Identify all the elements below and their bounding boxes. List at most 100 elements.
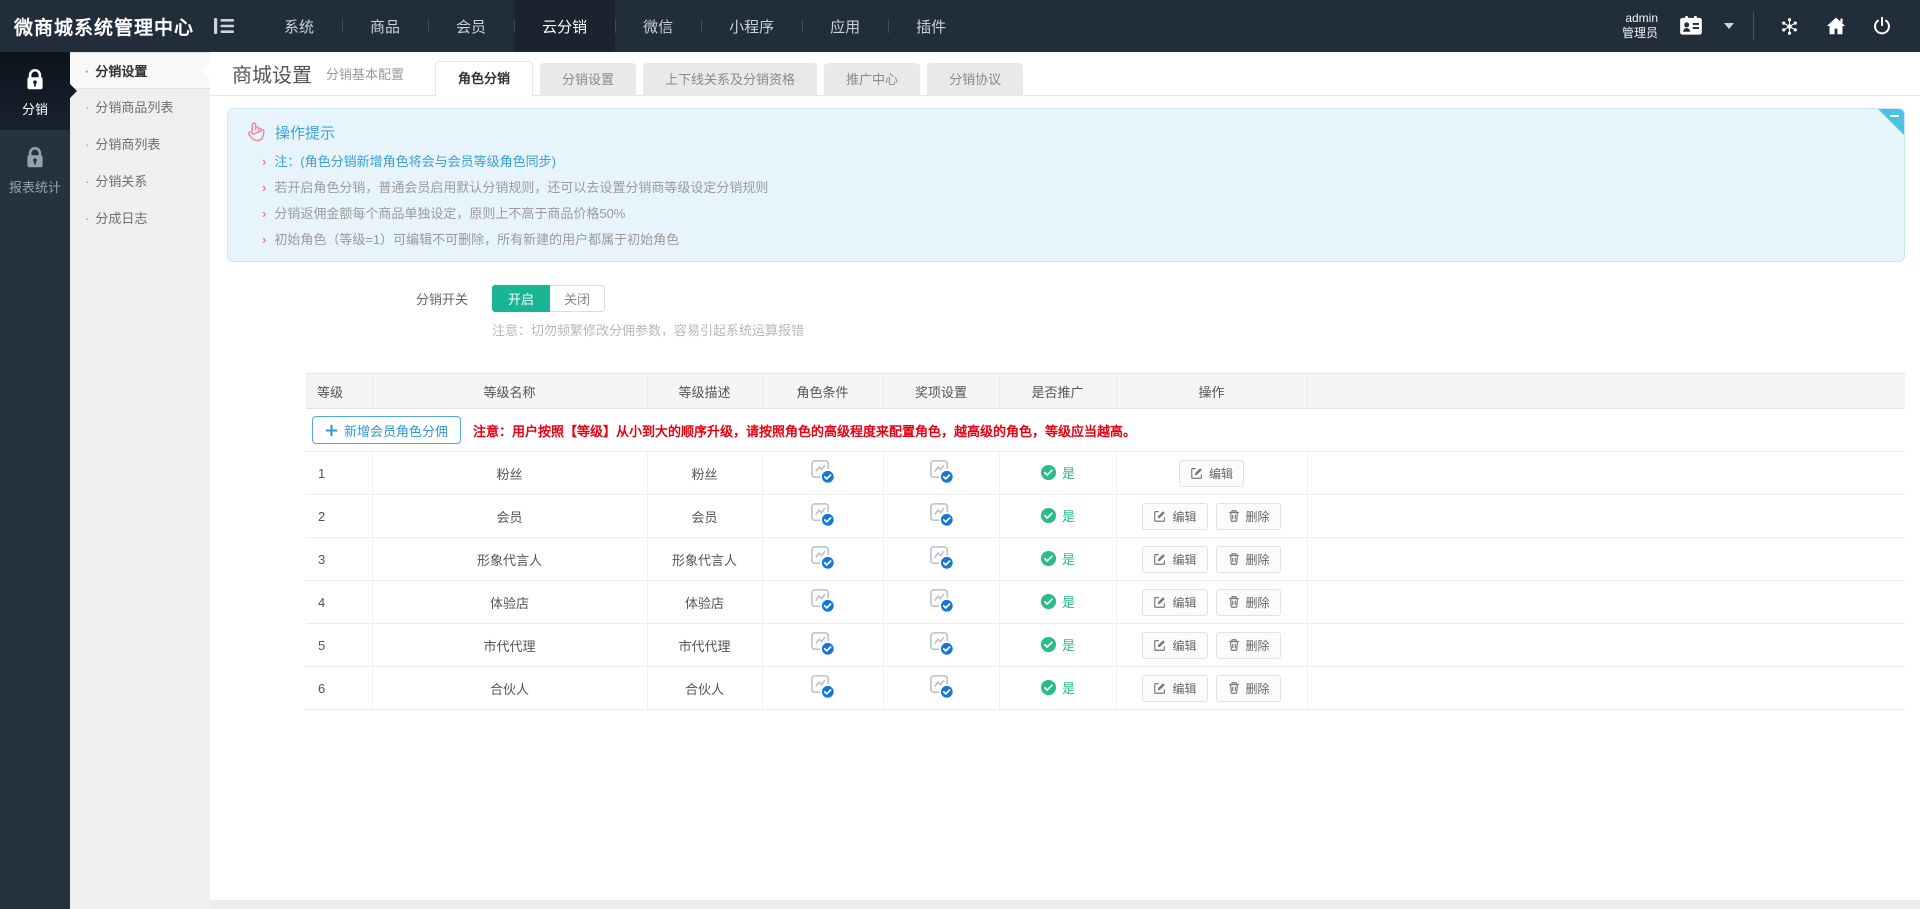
switch-off-button[interactable]: 关闭 xyxy=(550,285,605,312)
table-row: 3 形象代言人 形象代言人 xyxy=(306,538,1905,581)
edit-button[interactable]: 编辑 xyxy=(1179,460,1244,487)
tab-bar: 角色分销 分销设置 上下线关系及分销资格 推广中心 分销协议 xyxy=(435,61,1023,96)
page-subtitle: 分销基本配置 xyxy=(326,64,404,83)
topbar-nav-item[interactable]: 小程序 xyxy=(701,0,802,52)
role-condition-icon[interactable] xyxy=(809,587,836,614)
topbar-nav-item[interactable]: 微信 xyxy=(615,0,701,52)
horizontal-scrollbar[interactable] xyxy=(210,900,1920,909)
edit-button[interactable]: 编辑 xyxy=(1142,675,1207,702)
delete-button[interactable]: 删除 xyxy=(1216,546,1281,573)
user-role: 管理员 xyxy=(1622,26,1658,41)
role-condition-icon[interactable] xyxy=(809,501,836,528)
add-role-button[interactable]: 新增会员角色分佣 xyxy=(312,416,461,444)
topbar-nav-item[interactable]: 系统 xyxy=(256,0,342,52)
switch-row: 分销开关 开启 关闭 xyxy=(210,285,1920,312)
profile-card-icon[interactable] xyxy=(1671,13,1711,39)
row-desc: 体验店 xyxy=(647,581,762,624)
promote-label: 是 xyxy=(1062,506,1075,525)
bullet-marker-icon: › xyxy=(262,232,266,247)
topbar-nav-item[interactable]: 云分销 xyxy=(514,0,615,52)
switch-on-button[interactable]: 开启 xyxy=(492,285,550,312)
prize-setting-icon[interactable] xyxy=(928,630,955,657)
power-icon[interactable] xyxy=(1866,15,1898,37)
prize-setting-icon[interactable] xyxy=(928,458,955,485)
topbar-nav-item[interactable]: 应用 xyxy=(802,0,888,52)
row-name: 体验店 xyxy=(372,581,647,624)
promote-check-icon xyxy=(1040,636,1057,653)
row-desc: 会员 xyxy=(647,495,762,538)
edit-button[interactable]: 编辑 xyxy=(1142,546,1207,573)
delete-icon xyxy=(1227,552,1241,566)
rail-item-label: 分销 xyxy=(0,99,70,118)
top-nav: 系统 商品 会员 云分销 微信 小程序 应用 插件 xyxy=(256,0,974,52)
edit-button[interactable]: 编辑 xyxy=(1142,589,1207,616)
promote-label: 是 xyxy=(1062,635,1075,654)
delete-button[interactable]: 删除 xyxy=(1216,503,1281,530)
menu-toggle-icon[interactable] xyxy=(214,0,234,52)
sidebar-menu-item[interactable]: ·分销设置 xyxy=(70,52,210,89)
notice-header: 操作提示 xyxy=(244,119,1874,145)
tab[interactable]: 上下线关系及分销资格 xyxy=(643,63,817,96)
tab[interactable]: 推广中心 xyxy=(824,63,920,96)
collapse-fold-icon[interactable] xyxy=(1878,109,1904,135)
topbar-nav-item[interactable]: 会员 xyxy=(428,0,514,52)
tab[interactable]: 角色分销 xyxy=(435,61,533,96)
row-level: 6 xyxy=(306,667,372,710)
notice-line: ›若开启角色分销，普通会员启用默认分销规则，还可以去设置分销商等级设定分销规则 xyxy=(262,175,1874,201)
sidebar-menu-item[interactable]: ·分销商列表 xyxy=(70,126,210,163)
app-root: 微商城系统管理中心 系统 商品 会员 云分销 微信 小程序 应用 插件 admi… xyxy=(0,0,1920,909)
row-level: 5 xyxy=(306,624,372,667)
row-level: 4 xyxy=(306,581,372,624)
prize-setting-icon[interactable] xyxy=(928,544,955,571)
prize-setting-icon[interactable] xyxy=(928,587,955,614)
page-body: 操作提示 › 注：(角色分销新增角色将会与会员等级角色同步) ›若开启角色分销，普… xyxy=(210,108,1920,710)
sidebar-menu-item[interactable]: · 分成日志 xyxy=(70,200,210,237)
notice-line-text: 注：(角色分销新增角色将会与会员等级角色同步) xyxy=(274,154,556,169)
topbar-right: admin 管理员 xyxy=(1622,0,1920,52)
row-name: 形象代言人 xyxy=(372,538,647,581)
delete-icon xyxy=(1227,595,1241,609)
user-name: admin xyxy=(1622,11,1658,26)
row-name: 粉丝 xyxy=(372,452,647,495)
role-condition-icon[interactable] xyxy=(809,673,836,700)
topbar-nav-item[interactable]: 插件 xyxy=(888,0,974,52)
menu-item-label: 分成日志 xyxy=(95,211,147,226)
delete-button[interactable]: 删除 xyxy=(1216,632,1281,659)
tab[interactable]: 分销协议 xyxy=(927,63,1023,96)
chevron-down-icon[interactable] xyxy=(1724,23,1734,29)
edit-button[interactable]: 编辑 xyxy=(1142,503,1207,530)
sidebar-menu-item[interactable]: ·分销关系 xyxy=(70,163,210,200)
promote-check-icon xyxy=(1040,464,1057,481)
promote-status: 是 xyxy=(1040,635,1075,654)
topbar: 微商城系统管理中心 系统 商品 会员 云分销 微信 小程序 应用 插件 admi… xyxy=(0,0,1920,52)
share-network-icon[interactable] xyxy=(1773,15,1806,38)
tab[interactable]: 分销设置 xyxy=(540,63,636,96)
bullet-icon: · xyxy=(85,100,89,115)
row-name: 合伙人 xyxy=(372,667,647,710)
promote-label: 是 xyxy=(1062,549,1075,568)
row-level: 1 xyxy=(306,452,372,495)
promote-status: 是 xyxy=(1040,678,1075,697)
edit-button[interactable]: 编辑 xyxy=(1142,632,1207,659)
notice-line: ›分销返佣金额每个商品单独设定，原则上不高于商品价格50% xyxy=(262,201,1874,227)
sidebar-rail-item[interactable]: 报表统计 xyxy=(0,130,70,208)
prize-setting-icon[interactable] xyxy=(928,673,955,700)
sidebar-rail-item[interactable]: 分销 xyxy=(0,52,70,130)
notice-line-text: 初始角色（等级=1）可编辑不可删除，所有新建的用户都属于初始角色 xyxy=(274,232,679,247)
rail-item-label: 报表统计 xyxy=(0,177,70,196)
delete-button[interactable]: 删除 xyxy=(1216,589,1281,616)
user-info[interactable]: admin 管理员 xyxy=(1622,11,1658,41)
delete-button[interactable]: 删除 xyxy=(1216,675,1281,702)
bullet-icon: · xyxy=(85,211,89,226)
notice-lines: › 注：(角色分销新增角色将会与会员等级角色同步) ›若开启角色分销，普通会员启用… xyxy=(244,149,1874,253)
switch-note: 注意：切勿频繁修改分佣参数，容易引起系统运算报错 xyxy=(492,320,1920,339)
sidebar-menu-item[interactable]: ·分销商品列表 xyxy=(70,89,210,126)
table-row: 5 市代代理 市代代理 xyxy=(306,624,1905,667)
home-icon[interactable] xyxy=(1819,14,1853,38)
prize-setting-icon[interactable] xyxy=(928,501,955,528)
page-title: 商城设置 xyxy=(232,59,312,88)
role-condition-icon[interactable] xyxy=(809,630,836,657)
role-condition-icon[interactable] xyxy=(809,544,836,571)
role-condition-icon[interactable] xyxy=(809,458,836,485)
topbar-nav-item[interactable]: 商品 xyxy=(342,0,428,52)
